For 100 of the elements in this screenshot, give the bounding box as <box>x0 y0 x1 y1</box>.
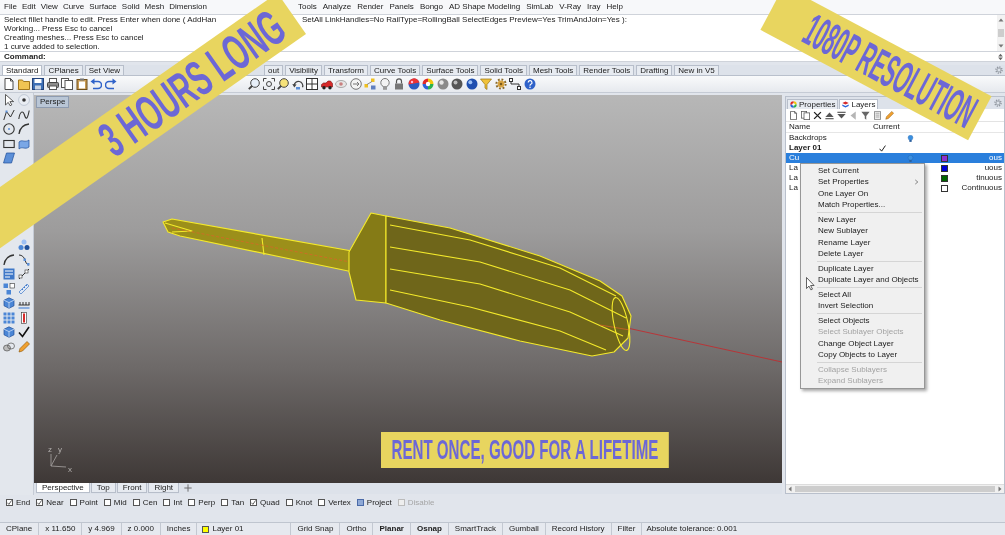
move-down-icon[interactable] <box>837 110 846 120</box>
menu-item[interactable]: Invert Selection <box>801 300 924 312</box>
menu-item[interactable]: Rename Layer <box>801 237 924 249</box>
point-icon[interactable] <box>18 94 30 107</box>
menu-item[interactable]: SimLab <box>526 3 554 11</box>
dot-grid-icon[interactable] <box>3 311 15 324</box>
help-icon[interactable] <box>523 78 536 90</box>
toolbar-tab[interactable]: Render Tools <box>579 65 635 75</box>
color-wheel-icon[interactable] <box>422 78 434 90</box>
up-down-arrows-icon[interactable] <box>997 52 1004 61</box>
menu-item[interactable]: Dimension <box>169 3 207 11</box>
lightbulb-icon[interactable] <box>378 78 391 90</box>
scroll-up-icon[interactable] <box>998 17 1004 23</box>
scroll-thumb[interactable] <box>795 486 995 492</box>
menu-item[interactable]: Match Properties... <box>801 199 924 211</box>
column-header[interactable]: Name <box>789 122 811 131</box>
selected-layer-row[interactable]: Cu ous <box>786 153 1004 163</box>
osnap-label[interactable]: Mid <box>113 498 127 507</box>
scroll-left-icon[interactable] <box>787 486 793 492</box>
sphere-icon[interactable] <box>451 78 463 90</box>
osnap-label[interactable]: Cen <box>142 498 158 507</box>
osnap-label[interactable]: Quad <box>260 498 280 507</box>
array-icon[interactable] <box>18 311 30 324</box>
checkbox[interactable] <box>103 499 111 506</box>
viewport-tab[interactable]: Right <box>148 483 180 493</box>
status-toggle[interactable]: Record History <box>545 523 612 535</box>
documents-icon[interactable] <box>801 110 810 120</box>
menu-item[interactable]: Help <box>606 3 623 11</box>
checkbox[interactable] <box>132 499 140 506</box>
menu-item[interactable]: Set Current <box>801 165 924 177</box>
layer-name[interactable]: La <box>789 173 798 182</box>
osnap-label[interactable]: Knot <box>295 498 313 507</box>
layer-name[interactable]: Layer 01 <box>789 143 822 152</box>
toolbar-tab[interactable]: Mesh Tools <box>529 65 578 75</box>
layer-name[interactable]: Cu <box>789 153 800 162</box>
status-toggle[interactable]: Osnap <box>410 523 449 535</box>
viewport-tab[interactable]: Front <box>116 483 148 493</box>
material-ball-icon[interactable] <box>407 78 420 90</box>
menu-item[interactable]: Solid <box>121 3 140 11</box>
toolbar-tab[interactable]: Solid Tools <box>480 65 527 75</box>
scroll-right-icon[interactable] <box>997 486 1003 492</box>
viewport-tab[interactable]: Top <box>90 483 116 493</box>
document-icon[interactable] <box>3 78 15 90</box>
funnel-icon[interactable] <box>861 110 870 120</box>
menu-item[interactable]: V-Ray <box>559 3 582 11</box>
osnap-label[interactable]: Tan <box>231 498 245 507</box>
four-viewports-icon[interactable] <box>306 78 318 90</box>
documents-icon[interactable] <box>61 78 73 90</box>
checkbox[interactable] <box>356 499 364 506</box>
menu-item[interactable]: Iray <box>587 3 601 11</box>
osnap-label[interactable]: Project <box>366 498 392 507</box>
menu-item[interactable]: Surface <box>89 3 117 11</box>
menu-item[interactable]: One Layer On <box>801 188 924 200</box>
linked-objects-icon[interactable] <box>3 340 15 353</box>
status-toggle[interactable]: Grid Snap <box>291 523 341 535</box>
text-lines-icon[interactable] <box>3 268 15 281</box>
menu-item[interactable]: Delete Layer <box>801 248 924 260</box>
layer-name[interactable]: La <box>789 183 798 192</box>
curve-points-icon[interactable] <box>18 253 30 266</box>
menu-item[interactable]: View <box>40 3 58 11</box>
cube-icon[interactable] <box>3 297 15 310</box>
color-swatch-icon[interactable] <box>941 164 948 172</box>
menu-item[interactable]: Select Objects <box>801 315 924 327</box>
status-toggle[interactable]: SmartTrack <box>448 523 503 535</box>
checkbox[interactable] <box>6 499 13 506</box>
point-line-icon[interactable] <box>18 268 30 281</box>
viewport-tab[interactable]: Perspective <box>36 483 90 493</box>
circle-arrow-icon[interactable] <box>349 78 362 90</box>
move-up-icon[interactable] <box>825 110 834 120</box>
points-icon[interactable] <box>18 239 30 252</box>
menu-item[interactable]: Select All <box>801 289 924 301</box>
osnap-label[interactable]: Near <box>46 498 64 507</box>
arc-icon[interactable] <box>18 123 30 136</box>
points-icon[interactable] <box>364 78 376 90</box>
toolbar-tab[interactable]: CPlanes <box>44 65 83 75</box>
rotate-view-icon[interactable] <box>291 78 304 90</box>
checkbox[interactable] <box>163 499 171 506</box>
osnap-label[interactable]: Point <box>79 498 98 507</box>
pencil-icon[interactable] <box>885 110 894 120</box>
osnap-label[interactable]: Int <box>173 498 183 507</box>
toolbar-tab[interactable]: Transform <box>323 65 369 75</box>
color-swatch-icon[interactable] <box>941 174 948 182</box>
layer-name[interactable]: Backdrops <box>789 133 827 142</box>
undo-arrow-icon[interactable] <box>90 78 102 90</box>
menu-item[interactable]: Mesh <box>144 3 165 11</box>
document-icon[interactable] <box>789 110 798 120</box>
toolbar-tab[interactable]: New in V5 <box>674 65 719 75</box>
toolbar-tab[interactable]: Surface Tools <box>422 65 479 75</box>
cursor-arrow-icon[interactable] <box>3 94 15 107</box>
rectangle-icon[interactable] <box>3 137 15 150</box>
checkbox[interactable] <box>318 499 326 506</box>
car-icon[interactable] <box>320 78 333 90</box>
menu-item[interactable]: Edit <box>21 3 36 11</box>
menu-item[interactable]: Panels <box>389 3 414 11</box>
menu-item[interactable]: Curve <box>62 3 85 11</box>
panel-tab[interactable]: Properties <box>787 99 839 109</box>
cube-icon[interactable] <box>3 326 15 339</box>
menu-item[interactable]: Render <box>357 3 384 11</box>
delete-icon[interactable] <box>813 110 822 120</box>
checkbox[interactable] <box>221 499 229 506</box>
